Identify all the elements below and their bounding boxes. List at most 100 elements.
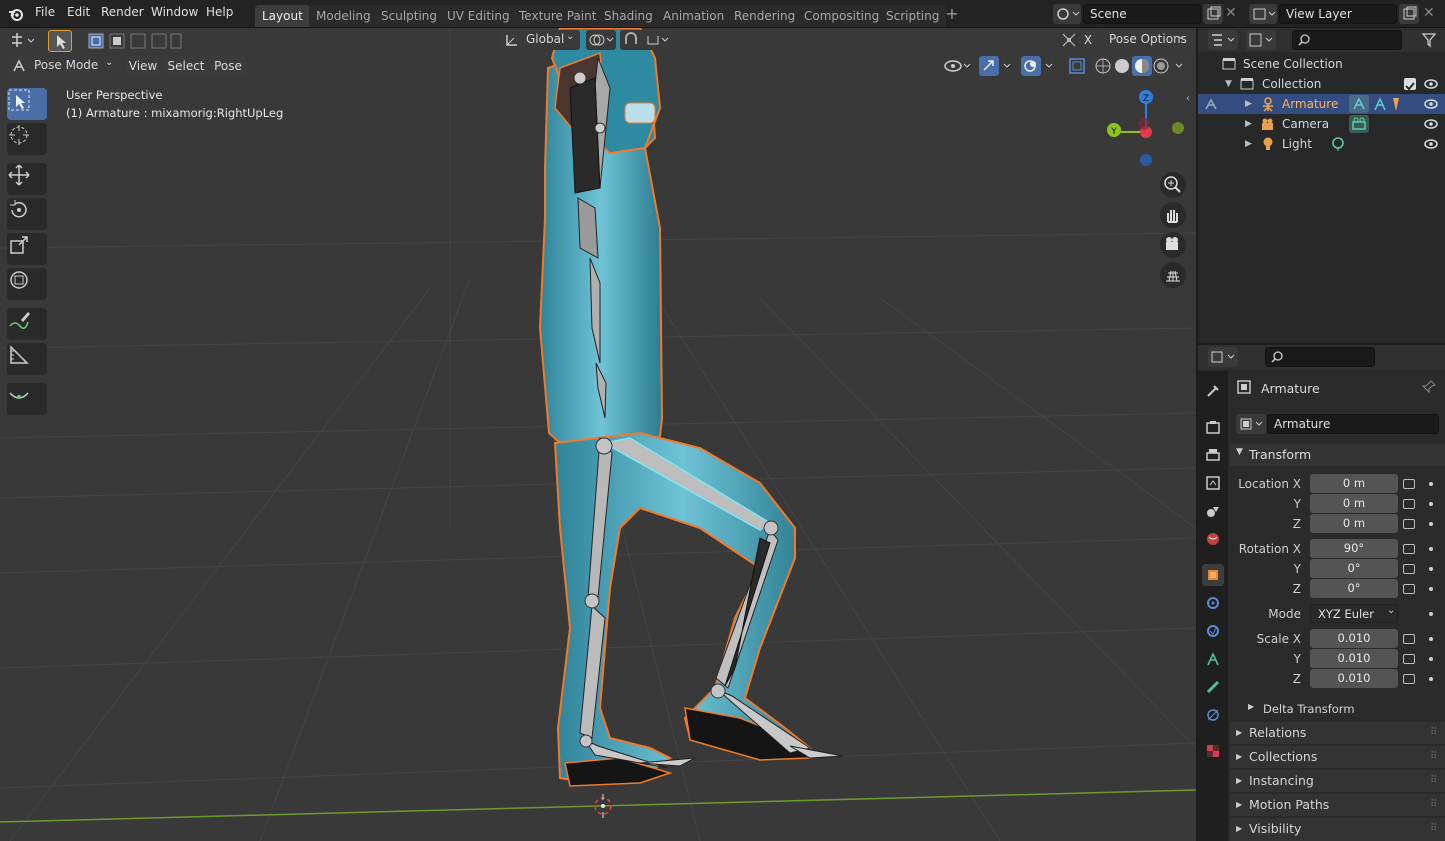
eye-icon[interactable] <box>1423 138 1439 150</box>
navigation-gizmo[interactable]: Z Y <box>1100 88 1190 178</box>
lock-icon[interactable] <box>1403 564 1415 574</box>
instancing-panel[interactable]: ▶ Instancing ⠿ <box>1230 770 1445 792</box>
keyframe-dot-icon[interactable] <box>1429 567 1433 571</box>
tool-move[interactable] <box>7 163 47 195</box>
tool-select-box[interactable] <box>7 88 47 120</box>
tab-animation[interactable]: Animation <box>656 5 732 27</box>
light-data-icon[interactable] <box>1330 136 1346 152</box>
pose-icon[interactable] <box>1372 96 1388 112</box>
tab-uv-editing[interactable]: UV Editing <box>440 5 517 27</box>
rotation-y-field[interactable]: 0° <box>1310 559 1398 578</box>
view-layer-icon[interactable] <box>1249 4 1277 24</box>
lock-icon[interactable] <box>1403 499 1415 509</box>
outliner-row-scene-collection[interactable]: Scene Collection <box>1198 54 1445 74</box>
select-menu[interactable]: Select <box>165 56 207 76</box>
tool-annotate[interactable] <box>7 308 47 340</box>
gizmo-toggle-icon[interactable] <box>978 56 1016 76</box>
scale-y-field[interactable]: 0.010 <box>1310 649 1398 668</box>
world-tab-icon[interactable] <box>1202 528 1224 550</box>
location-x-field[interactable]: 0 m <box>1310 474 1398 493</box>
armature-data-icon[interactable] <box>1349 95 1369 113</box>
tab-compositing[interactable]: Compositing <box>797 5 887 27</box>
editor-type-icon[interactable] <box>7 31 39 50</box>
zoom-icon[interactable] <box>1160 172 1186 198</box>
tab-rendering[interactable]: Rendering <box>727 5 803 27</box>
bone-constraint-tab-icon[interactable] <box>1202 704 1224 726</box>
pivot-point-icon[interactable] <box>586 30 616 50</box>
3d-viewport[interactable]: Global ⌄ X Pose Options ⌄ Pose Mode ⌄ Vi… <box>0 28 1196 841</box>
location-z-field[interactable]: 0 m <box>1310 514 1398 533</box>
object-name-field[interactable]: Armature <box>1267 414 1439 434</box>
lock-icon[interactable] <box>1403 654 1415 664</box>
select-box-tool-icon[interactable] <box>48 30 72 52</box>
properties-search-field[interactable] <box>1265 347 1375 367</box>
outliner-row-light[interactable]: ▶ Light <box>1198 134 1445 154</box>
menu-render[interactable]: Render <box>101 5 144 19</box>
object-tab-icon[interactable] <box>1202 564 1224 586</box>
tool-rotate[interactable] <box>7 198 47 230</box>
eye-icon[interactable] <box>1423 118 1439 130</box>
keyframe-dot-icon[interactable] <box>1429 612 1433 616</box>
expand-arrow-icon[interactable]: ▶ <box>1245 94 1252 114</box>
bone-icon[interactable] <box>1390 96 1402 112</box>
bone-tab-icon[interactable] <box>1202 676 1224 698</box>
scale-x-field[interactable]: 0.010 <box>1310 629 1398 648</box>
drag-handle-icon[interactable]: ⠿ <box>1430 818 1437 840</box>
tool-measure[interactable] <box>7 343 47 375</box>
tab-shading[interactable]: Shading <box>597 5 660 27</box>
delta-transform-subpanel[interactable]: ▶ Delta Transform <box>1240 698 1445 720</box>
x-mirror-toggle[interactable]: X <box>1080 31 1096 49</box>
keyframe-dot-icon[interactable] <box>1429 502 1433 506</box>
pose-menu[interactable]: Pose <box>210 56 246 76</box>
object-data-selector-icon[interactable] <box>1236 414 1266 434</box>
render-tab-icon[interactable] <box>1202 416 1224 438</box>
transform-orientation-dropdown[interactable]: Global ⌄ <box>500 30 580 50</box>
camera-data-icon[interactable] <box>1349 115 1369 133</box>
lock-icon[interactable] <box>1403 479 1415 489</box>
view-layer-field[interactable]: View Layer <box>1279 4 1397 24</box>
eye-icon[interactable] <box>1423 98 1439 110</box>
menu-help[interactable]: Help <box>206 5 233 19</box>
drag-handle-icon[interactable]: ⠿ <box>1430 794 1437 816</box>
new-scene-icon[interactable] <box>1203 4 1223 24</box>
keyframe-dot-icon[interactable] <box>1429 547 1433 551</box>
eye-icon[interactable] <box>1423 78 1439 90</box>
ortho-toggle-icon[interactable] <box>1160 262 1186 288</box>
location-y-field[interactable]: 0 m <box>1310 494 1398 513</box>
expand-arrow-icon[interactable]: ▶ <box>1245 134 1252 154</box>
keyframe-dot-icon[interactable] <box>1429 657 1433 661</box>
tool-tab-icon[interactable] <box>1202 380 1224 402</box>
output-tab-icon[interactable] <box>1202 444 1224 466</box>
menu-file[interactable]: File <box>35 5 55 19</box>
tab-scripting[interactable]: Scripting <box>879 5 947 27</box>
overlays-toggle-icon[interactable] <box>1020 56 1058 76</box>
tool-scale[interactable] <box>7 233 47 265</box>
tool-cursor[interactable] <box>7 123 47 155</box>
lock-icon[interactable] <box>1403 674 1415 684</box>
sidebar-toggle-icon[interactable]: ‹ <box>1186 93 1196 107</box>
drag-handle-icon[interactable]: ⠿ <box>1430 746 1437 768</box>
keyframe-dot-icon[interactable] <box>1429 482 1433 486</box>
outliner-row-camera[interactable]: ▶ Camera <box>1198 114 1445 134</box>
filter-icon[interactable] <box>1420 31 1442 49</box>
motion-paths-panel[interactable]: ▶ Motion Paths ⠿ <box>1230 794 1445 816</box>
close-view-layer-icon[interactable]: ✕ <box>1423 6 1437 20</box>
rotation-mode-dropdown[interactable]: XYZ Euler ⌄ <box>1310 604 1398 623</box>
outliner-row-armature[interactable]: ▶ Armature <box>1198 94 1445 114</box>
add-workspace-icon[interactable]: + <box>943 4 961 24</box>
modifier-tab-icon[interactable] <box>1202 592 1224 614</box>
rotation-x-field[interactable]: 90° <box>1310 539 1398 558</box>
mode-dropdown[interactable]: Pose Mode ⌄ <box>7 56 117 76</box>
lock-icon[interactable] <box>1403 634 1415 644</box>
xray-toggle-icon[interactable] <box>1066 56 1088 76</box>
x-mirror-icon[interactable] <box>1060 31 1078 49</box>
selection-mode-icons[interactable] <box>88 32 182 50</box>
tool-relax[interactable] <box>7 383 47 415</box>
visibility-eye-icon[interactable] <box>942 56 974 76</box>
texture-tab-icon[interactable] <box>1202 740 1224 762</box>
outliner-search-field[interactable] <box>1292 30 1402 50</box>
pose-options-dropdown[interactable]: Pose Options ⌄ <box>1102 30 1190 50</box>
scene-name-field[interactable]: Scene <box>1083 4 1201 24</box>
lock-icon[interactable] <box>1403 544 1415 554</box>
expand-arrow-icon[interactable]: ▼ <box>1225 74 1232 94</box>
